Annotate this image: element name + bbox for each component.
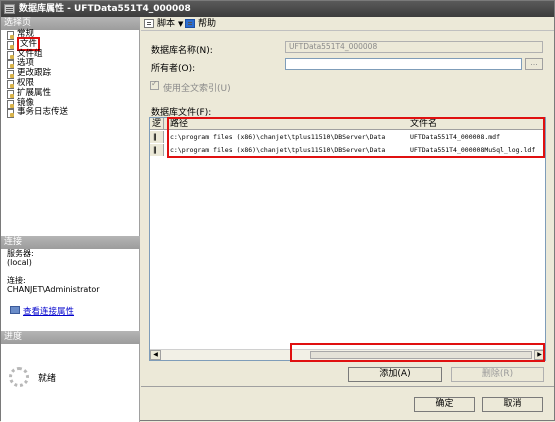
page-item-label: 事务日志传送 [17, 107, 69, 118]
table-row[interactable]: ‖ c:\program files (x86)\chanjet\tplus11… [150, 131, 545, 143]
connection-properties-icon [10, 306, 20, 314]
grid-header: 逻 路径 文件名 [150, 118, 545, 130]
connection-info: 服务器: (local) 连接: CHANJET\Administrator [7, 249, 137, 294]
owner-field[interactable] [285, 58, 522, 70]
page-icon [6, 109, 14, 119]
page-list: 常规 文件 文件组 选项 更改跟踪 权限 扩展属性 镜像 事务日志传送 [1, 29, 140, 119]
page-item-label: 更改跟踪 [17, 68, 52, 79]
script-label: 脚本 [157, 19, 176, 29]
row-marker[interactable]: ‖ [150, 144, 164, 156]
status-text: 就绪 [38, 374, 57, 384]
page-icon [6, 79, 14, 89]
column-header-path[interactable]: 路径 [168, 118, 188, 130]
divider [141, 386, 554, 387]
server-value: (local) [7, 258, 32, 267]
db-name-field[interactable]: UFTData551T4_000008 [285, 41, 543, 53]
page-item-label: 扩展属性 [17, 87, 52, 98]
browse-owner-button[interactable]: ... [525, 58, 543, 70]
page-icon [6, 60, 14, 70]
connection-header: 连接 [1, 236, 140, 249]
horizontal-scrollbar[interactable]: ◀ ▶ [150, 349, 545, 360]
chevron-down-icon[interactable]: ▼ [178, 18, 183, 30]
fulltext-label: 使用全文索引(U) [163, 84, 231, 94]
help-icon [185, 19, 195, 28]
script-icon [144, 19, 154, 28]
page-icon [6, 40, 14, 50]
server-label: 服务器: [7, 249, 34, 258]
scroll-thumb[interactable] [310, 351, 532, 359]
progress-header: 进度 [1, 331, 140, 344]
file-name-cell[interactable]: UFTData551T4_000008.mdf [410, 131, 544, 143]
page-icon [6, 89, 14, 99]
view-connection-properties-link[interactable]: 查看连接属性 [10, 305, 74, 317]
column-header-file-name[interactable]: 文件名 [408, 118, 437, 130]
page-item-label: 权限 [17, 77, 35, 88]
fulltext-checkbox[interactable]: 使用全文索引(U) [150, 79, 231, 94]
path-cell[interactable]: c:\program files (x86)\chanjet\tplus1151… [170, 131, 406, 143]
page-icon [6, 99, 14, 109]
progress-spinner-icon [9, 367, 29, 387]
title-bar: 数据库属性 - UFTData551T4_000008 [1, 1, 554, 17]
path-cell[interactable]: c:\program files (x86)\chanjet\tplus1151… [170, 144, 406, 156]
scroll-left-icon[interactable]: ◀ [150, 350, 161, 360]
add-button[interactable]: 添加(A) [348, 367, 442, 382]
script-button[interactable]: 脚本 ▼ [144, 18, 183, 30]
delete-button[interactable]: 删除(R) [451, 367, 544, 382]
toolbar: 脚本 ▼ 帮助 [141, 17, 554, 31]
database-properties-window: 数据库属性 - UFTData551T4_000008 选择页 常规 文件 文件组选… [0, 0, 555, 422]
cancel-button[interactable]: 取消 [482, 397, 543, 412]
row-marker[interactable]: ‖ [150, 131, 164, 143]
file-name-cell[interactable]: UFTData551T4_000008MuSql_log.ldf [410, 144, 544, 156]
page-icon [6, 31, 14, 40]
database-icon [4, 4, 15, 14]
database-files-grid[interactable]: 逻 路径 文件名 ‖ c:\program files (x86)\chanje… [149, 117, 546, 361]
connection-label: 连接: [7, 276, 26, 285]
column-header-logical-name[interactable]: 逻 [150, 118, 164, 130]
scroll-right-icon[interactable]: ▶ [534, 350, 545, 360]
window-title: 数据库属性 - UFTData551T4_000008 [19, 4, 191, 14]
left-pane: 选择页 常规 文件 文件组 选项 更改跟踪 权限 扩展属性 镜像 事务日志传送 连接 服务器: … [1, 17, 140, 422]
db-name-label: 数据库名称(N): [151, 46, 213, 56]
owner-label: 所有者(O): [151, 64, 196, 74]
page-icon [6, 70, 14, 80]
page-item-label: 选项 [17, 58, 35, 69]
ok-button[interactable]: 确定 [414, 397, 475, 412]
table-row[interactable]: ‖ c:\program files (x86)\chanjet\tplus11… [150, 144, 545, 156]
checkbox-icon [150, 79, 159, 90]
view-connection-properties-label: 查看连接属性 [23, 307, 75, 317]
page-icon [6, 50, 14, 60]
help-label: 帮助 [198, 19, 217, 29]
connection-value: CHANJET\Administrator [7, 285, 100, 294]
help-button[interactable]: 帮助 [185, 18, 216, 30]
page-item[interactable]: 事务日志传送 [1, 107, 140, 119]
